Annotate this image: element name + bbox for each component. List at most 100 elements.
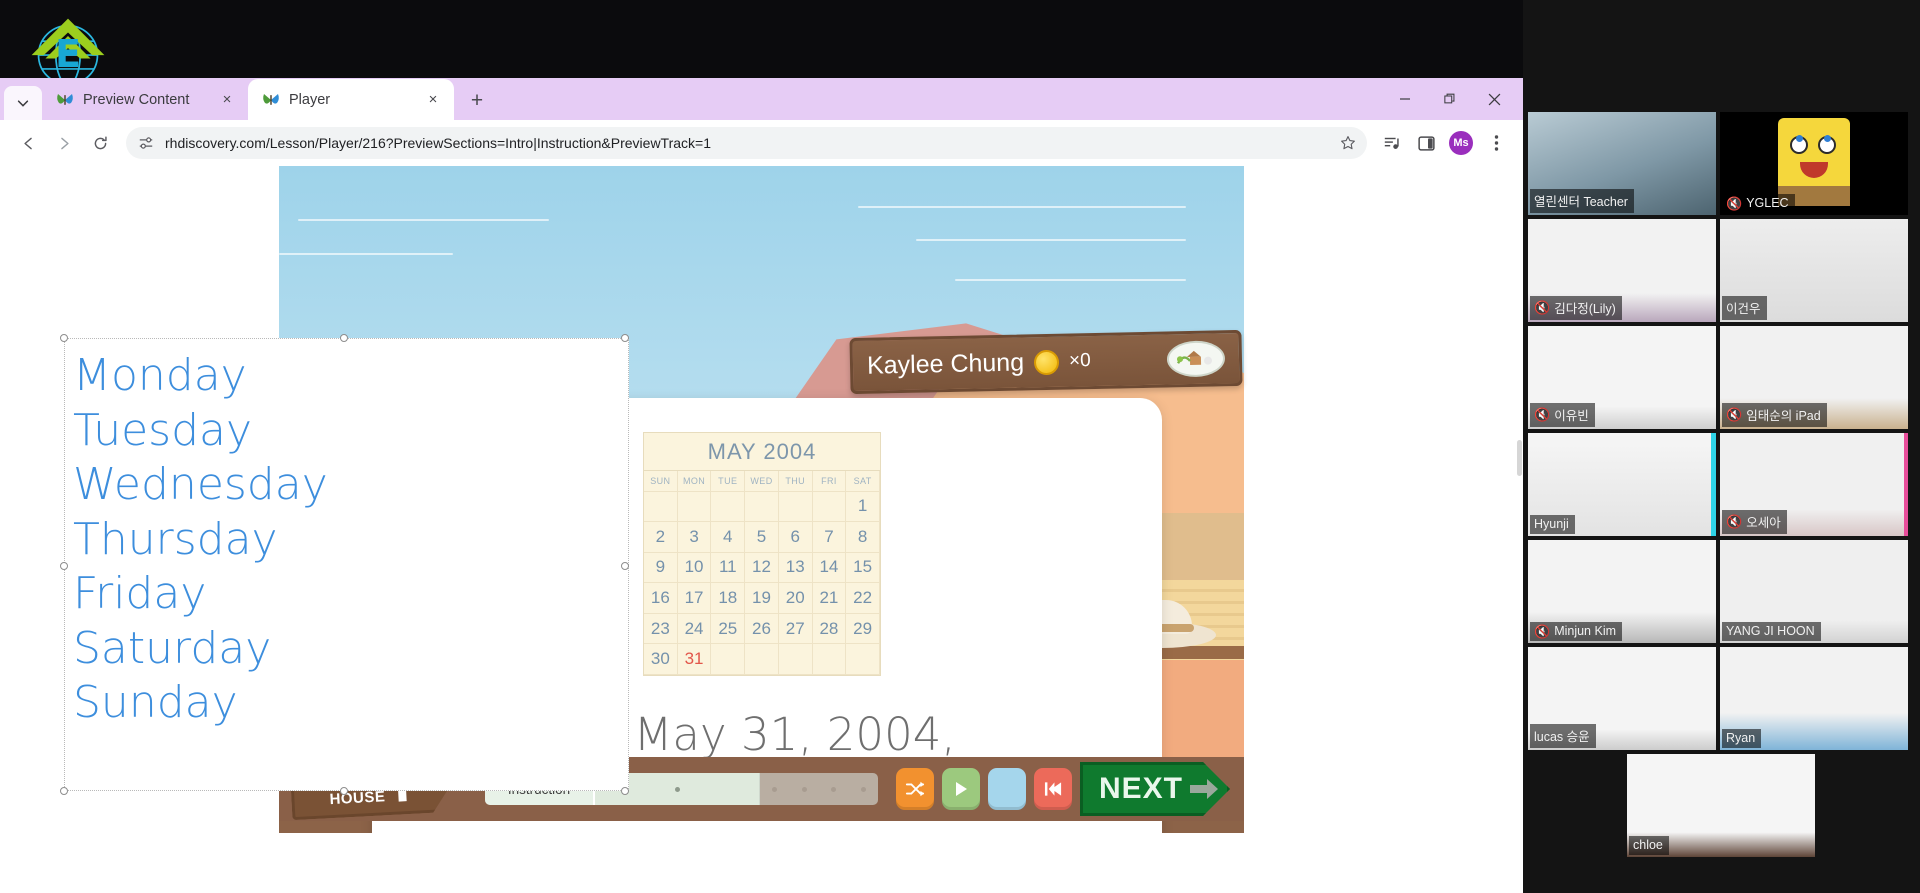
calendar-day xyxy=(778,491,813,523)
restore-icon xyxy=(1443,93,1454,104)
participant-tile[interactable]: 이건우 xyxy=(1720,219,1908,322)
resize-handle-bottom-center[interactable] xyxy=(340,787,348,795)
play-button[interactable] xyxy=(942,768,980,810)
participant-grid: 열린센터 Teacher 🔇 YGLEC 🔇 김다정(Lily) 이건우 🔇 이… xyxy=(1528,112,1915,857)
treehouse-badge-icon[interactable] xyxy=(1166,340,1226,378)
media-control-icon[interactable] xyxy=(1377,128,1407,158)
close-window-button[interactable] xyxy=(1472,78,1517,120)
calendar-day: 7 xyxy=(812,522,847,553)
tab-preview-content[interactable]: Preview Content × xyxy=(42,79,248,120)
participant-name-badge: 열린센터 Teacher xyxy=(1530,189,1634,213)
participant-name-badge: 🔇 Minjun Kim xyxy=(1530,622,1623,641)
calendar-day xyxy=(711,491,746,523)
calendar-title: MAY 2004 xyxy=(644,433,880,471)
participant-tile-active-speaker[interactable]: YANG JI HOON xyxy=(1720,540,1908,643)
next-button[interactable]: NEXT xyxy=(1080,762,1230,816)
calendar-day: 1 xyxy=(846,491,880,523)
chevron-down-icon xyxy=(17,100,29,107)
calendar-day: 12 xyxy=(745,552,779,584)
tab-close-button[interactable]: × xyxy=(216,89,238,111)
calendar-day xyxy=(677,491,712,523)
calendar-weekday: THU xyxy=(778,471,813,492)
rewind-button[interactable] xyxy=(1034,768,1072,810)
resize-handle-top-center[interactable] xyxy=(340,334,348,342)
tab-search-button[interactable] xyxy=(4,86,42,120)
participant-tile[interactable]: Hyunji xyxy=(1528,433,1716,536)
participant-tile[interactable]: 🔇 오세아 xyxy=(1720,433,1908,536)
tab-close-button[interactable]: × xyxy=(422,89,444,111)
list-item: Friday xyxy=(73,568,207,620)
shuffle-button[interactable] xyxy=(896,768,934,810)
mic-muted-icon: 🔇 xyxy=(1726,514,1743,529)
maximize-button[interactable] xyxy=(1427,78,1472,120)
calendar-grid: SUN MON TUE WED THU FRI SAT 1 2 3 4 5 6 … xyxy=(644,471,880,675)
more-vertical-icon[interactable] xyxy=(1481,128,1511,158)
calendar-weekday: WED xyxy=(745,471,779,492)
calendar-day: 20 xyxy=(778,583,813,614)
calendar-weekday: TUE xyxy=(711,471,746,492)
participant-name: Minjun Kim xyxy=(1554,624,1617,638)
participant-tile[interactable]: Ryan xyxy=(1720,647,1908,750)
calendar-day: 4 xyxy=(711,522,746,553)
progress-remaining-segment xyxy=(760,773,878,805)
blank-button[interactable] xyxy=(988,768,1026,810)
participant-tile[interactable]: 🔇 임태순의 iPad xyxy=(1720,326,1908,429)
calendar-day: 18 xyxy=(711,583,746,614)
participant-name-badge: chloe xyxy=(1629,836,1669,855)
participant-tile[interactable]: lucas 승윤 xyxy=(1528,647,1716,750)
resize-handle-top-right[interactable] xyxy=(621,334,629,342)
list-item: Saturday xyxy=(73,622,272,674)
participant-name: 이건우 xyxy=(1726,302,1761,316)
participant-name: 오세아 xyxy=(1746,516,1781,530)
cloud-line xyxy=(279,252,453,255)
mic-muted-icon: 🔇 xyxy=(1534,300,1551,315)
participant-tile[interactable]: chloe xyxy=(1627,754,1815,857)
days-of-week-textbox[interactable]: Monday Tuesday Wednesday Thursday Friday… xyxy=(64,338,629,791)
tab-label: Preview Content xyxy=(83,91,190,108)
arrow-right-icon xyxy=(1190,779,1219,799)
participant-name-badge: 🔇 임태순의 iPad xyxy=(1722,403,1827,427)
calendar-day: 29 xyxy=(846,613,880,645)
resize-handle-bottom-right[interactable] xyxy=(621,787,629,795)
participant-tile[interactable]: 🔇 Minjun Kim xyxy=(1528,540,1716,643)
forward-button[interactable] xyxy=(48,127,80,159)
calendar-day: 17 xyxy=(677,583,712,614)
resize-handle-top-left[interactable] xyxy=(60,334,68,342)
gold-coin-icon xyxy=(1033,349,1060,375)
calendar-day: 16 xyxy=(644,583,678,614)
close-icon xyxy=(1488,93,1501,105)
address-bar[interactable]: rhdiscovery.com/Lesson/Player/216?Previe… xyxy=(126,127,1367,159)
star-icon[interactable] xyxy=(1337,132,1359,154)
resize-handle-middle-right[interactable] xyxy=(621,562,629,570)
next-label: NEXT xyxy=(1099,772,1184,805)
side-panel-icon[interactable] xyxy=(1411,128,1441,158)
profile-avatar[interactable]: Ms xyxy=(1449,131,1473,155)
resize-handle-middle-left[interactable] xyxy=(60,562,68,570)
panel-resize-handle[interactable] xyxy=(1517,440,1522,476)
tab-player[interactable]: Player × xyxy=(248,79,454,120)
calendar-day: 6 xyxy=(778,522,813,553)
reload-button[interactable] xyxy=(84,127,116,159)
calendar-widget: MAY 2004 SUN MON TUE WED THU FRI SAT 1 2… xyxy=(643,432,881,676)
shuffle-icon xyxy=(905,781,925,797)
participant-tile[interactable]: 열린센터 Teacher xyxy=(1528,112,1716,215)
mic-muted-icon: 🔇 xyxy=(1726,195,1743,211)
calendar-day: 10 xyxy=(677,552,712,584)
minimize-button[interactable] xyxy=(1382,78,1427,120)
site-settings-icon[interactable] xyxy=(136,133,156,153)
resize-handle-bottom-left[interactable] xyxy=(60,787,68,795)
calendar-day xyxy=(644,491,678,523)
url-text: rhdiscovery.com/Lesson/Player/216?Previe… xyxy=(165,135,711,151)
participant-tile[interactable]: 🔇 YGLEC xyxy=(1720,112,1908,215)
calendar-weekday: SAT xyxy=(846,471,880,492)
calendar-day: 13 xyxy=(778,552,813,584)
reload-icon xyxy=(94,135,107,149)
back-button[interactable] xyxy=(12,127,44,159)
participant-tile[interactable]: 🔇 김다정(Lily) xyxy=(1528,219,1716,322)
calendar-day: 9 xyxy=(644,552,678,584)
new-tab-button[interactable]: + xyxy=(462,85,492,115)
participant-tile[interactable]: 🔇 이유빈 xyxy=(1528,326,1716,429)
player-name: Kaylee Chung xyxy=(866,347,1025,380)
arrow-right-icon xyxy=(60,137,69,149)
calendar-day: 5 xyxy=(745,522,779,553)
